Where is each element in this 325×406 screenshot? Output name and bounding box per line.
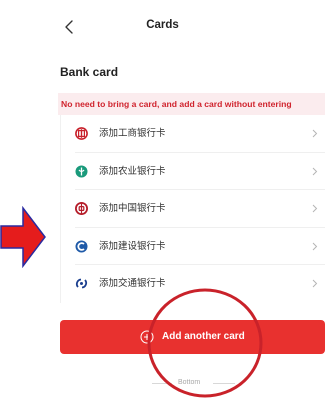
section-title: Bank card — [60, 65, 119, 79]
card-row-label: 添加工商银行卡 — [99, 128, 166, 139]
bank-card-list: 添加工商银行卡 添加农业银行卡 添加中国银行卡 添加建设银行卡 添加交通银行卡 — [60, 115, 325, 303]
card-row-abc[interactable]: 添加农业银行卡 — [61, 153, 325, 191]
chevron-right-icon — [312, 204, 318, 213]
card-row-label: 添加农业银行卡 — [99, 165, 166, 177]
abc-icon — [75, 165, 88, 178]
card-row-ccb[interactable]: 添加建设银行卡 — [61, 228, 325, 266]
boc-icon — [75, 202, 88, 216]
page-title: Cards — [146, 19, 179, 31]
card-row-icbc[interactable]: 添加工商银行卡 — [61, 115, 325, 153]
header-bar: Cards — [0, 0, 325, 52]
chevron-right-icon — [312, 129, 318, 138]
bocom-icon — [75, 277, 88, 290]
card-row-boc[interactable]: 添加中国银行卡 — [61, 190, 325, 228]
chevron-right-icon — [312, 167, 318, 175]
chevron-right-icon — [312, 242, 318, 251]
notice-banner: No need to bring a card, and add a card … — [58, 93, 325, 115]
icbc-icon — [75, 127, 88, 140]
card-row-label: 添加建设银行卡 — [99, 240, 166, 252]
ccb-icon — [75, 240, 88, 253]
card-row-label: 添加中国银行卡 — [99, 203, 166, 215]
notice-text: No need to bring a card, and add a card … — [61, 99, 292, 109]
annotation-circle — [147, 288, 263, 398]
chevron-right-icon — [312, 280, 318, 288]
annotation-arrow-icon — [0, 206, 46, 268]
